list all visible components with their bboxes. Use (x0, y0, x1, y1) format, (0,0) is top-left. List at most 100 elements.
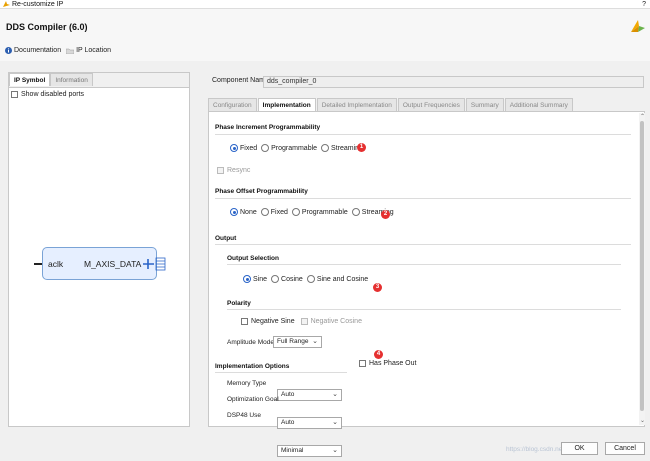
option-label: Programmable (271, 144, 318, 152)
polarity-title: Polarity (227, 300, 251, 307)
memory-type-select[interactable]: Auto ⌄ (277, 389, 342, 401)
radio-icon[interactable] (261, 144, 270, 152)
tab-configuration[interactable]: Configuration (208, 98, 257, 112)
optimization-goal-select[interactable]: Auto ⌄ (277, 417, 342, 429)
scroll-up-icon[interactable]: ⌃ (640, 113, 645, 120)
chevron-down-icon: ⌄ (332, 419, 338, 426)
option-label: Fixed (240, 144, 258, 152)
left-tabs: IP Symbol Information (9, 73, 93, 87)
has-phase-out-label: Has Phase Out (369, 360, 417, 367)
implementation-options-title: Implementation Options (215, 363, 290, 370)
option-label: Fixed (270, 208, 288, 216)
scroll-down-icon[interactable]: ⌄ (640, 417, 645, 424)
polarity-options: Negative Sine Negative Cosine (241, 318, 366, 325)
radio-icon[interactable] (351, 208, 360, 216)
radio-icon[interactable] (321, 144, 330, 152)
annotation-badge-4: 4 (374, 350, 383, 359)
option-label: Negative Sine (251, 318, 295, 325)
component-name-field[interactable]: dds_compiler_0 (263, 76, 644, 88)
component-name-label: Component Name (212, 77, 269, 84)
select-value: Auto (281, 419, 295, 426)
select-value: Auto (281, 391, 295, 398)
negative-cosine[interactable]: Negative Cosine (300, 318, 362, 325)
output-sine-and-cosine[interactable]: Sine and Cosine (306, 275, 369, 283)
output-cosine[interactable]: Cosine (271, 275, 303, 283)
has-phase-out-checkbox[interactable] (359, 360, 366, 367)
phase-increment-fixed[interactable]: Fixed (230, 144, 257, 152)
divider (215, 198, 631, 199)
documentation-link[interactable]: Documentation (5, 47, 61, 54)
window-title: Re-customize IP (12, 1, 64, 8)
divider (215, 372, 347, 373)
option-label: Sine (253, 275, 268, 283)
info-icon (5, 47, 12, 54)
tab-output-frequencies[interactable]: Output Frequencies (397, 98, 465, 112)
scrollbar-thumb[interactable] (640, 121, 644, 411)
tab-summary[interactable]: Summary (465, 98, 504, 112)
phase-offset-options: None Fixed Programmable Streaming (230, 208, 398, 216)
expand-port-icon[interactable] (143, 257, 167, 273)
port-m-axis-data: M_AXIS_DATA (84, 259, 142, 269)
tab-implementation[interactable]: Implementation (257, 98, 316, 112)
option-label: Programmable (301, 208, 348, 216)
tab-information[interactable]: Information (50, 73, 93, 86)
has-phase-out[interactable]: Has Phase Out (359, 360, 416, 367)
annotation-badge-3: 3 (373, 283, 382, 292)
chevron-down-icon: ⌄ (312, 338, 318, 345)
ip-location-label: IP Location (76, 47, 111, 54)
option-label: None (240, 208, 257, 216)
phase-increment-title: Phase Increment Programmability (215, 124, 321, 131)
help-button[interactable]: ? (642, 0, 646, 9)
show-disabled-ports[interactable]: Show disabled ports (11, 91, 84, 98)
phase-increment-programmable[interactable]: Programmable (261, 144, 317, 152)
annotation-badge-1: 1 (357, 143, 366, 152)
chevron-down-icon: ⌄ (332, 447, 338, 454)
show-disabled-ports-checkbox[interactable] (11, 91, 18, 98)
phase-increment-options: Fixed Programmable Streaming (230, 144, 367, 152)
radio-selected-icon[interactable] (230, 144, 238, 152)
phase-offset-fixed[interactable]: Fixed (260, 208, 288, 216)
radio-icon[interactable] (271, 275, 280, 283)
tab-additional-summary[interactable]: Additional Summary (504, 98, 573, 112)
select-value: Full Range (277, 338, 309, 345)
divider (215, 244, 631, 245)
output-title: Output (215, 235, 237, 242)
divider (227, 309, 621, 310)
dsp48-use-select[interactable]: Minimal ⌄ (277, 445, 342, 457)
ok-button[interactable]: OK (561, 442, 598, 455)
phase-offset-programmable[interactable]: Programmable (291, 208, 348, 216)
folder-icon (66, 48, 75, 54)
show-disabled-ports-label: Show disabled ports (21, 91, 85, 98)
documentation-label: Documentation (14, 47, 62, 54)
radio-icon[interactable] (260, 208, 269, 216)
negative-cosine-checkbox[interactable] (300, 318, 308, 325)
ip-location-link[interactable]: IP Location (66, 47, 111, 54)
output-selection-options: Sine Cosine Sine and Cosine (243, 275, 372, 283)
negative-sine[interactable]: Negative Sine (241, 318, 295, 325)
option-label: Negative Cosine (310, 318, 362, 325)
tab-ip-symbol[interactable]: IP Symbol (9, 73, 51, 86)
radio-selected-icon[interactable] (230, 208, 238, 216)
radio-selected-icon[interactable] (243, 275, 251, 283)
cancel-button[interactable]: Cancel (605, 442, 645, 455)
toolbar: Documentation IP Location (5, 47, 111, 54)
amplitude-mode-select[interactable]: Full Range ⌄ (273, 336, 322, 348)
optimization-goal-label: Optimization Goal (227, 396, 279, 403)
chevron-down-icon: ⌄ (332, 391, 338, 398)
output-selection-title: Output Selection (227, 255, 279, 262)
radio-icon[interactable] (306, 275, 315, 283)
vivado-logo-icon (630, 18, 646, 36)
negative-sine-checkbox[interactable] (241, 318, 248, 325)
page-title: DDS Compiler (6.0) (6, 22, 88, 32)
tab-detailed-implementation[interactable]: Detailed Implementation (316, 98, 397, 112)
divider (215, 134, 631, 135)
phase-offset-title: Phase Offset Programmability (215, 188, 308, 195)
option-label: Sine and Cosine (316, 275, 369, 283)
divider (227, 264, 621, 265)
resync-checkbox[interactable] (217, 167, 224, 174)
component-name-row: Component Name (212, 77, 269, 84)
phase-offset-none[interactable]: None (230, 208, 257, 216)
output-sine[interactable]: Sine (243, 275, 267, 283)
radio-icon[interactable] (291, 208, 300, 216)
select-value: Minimal (281, 447, 304, 454)
